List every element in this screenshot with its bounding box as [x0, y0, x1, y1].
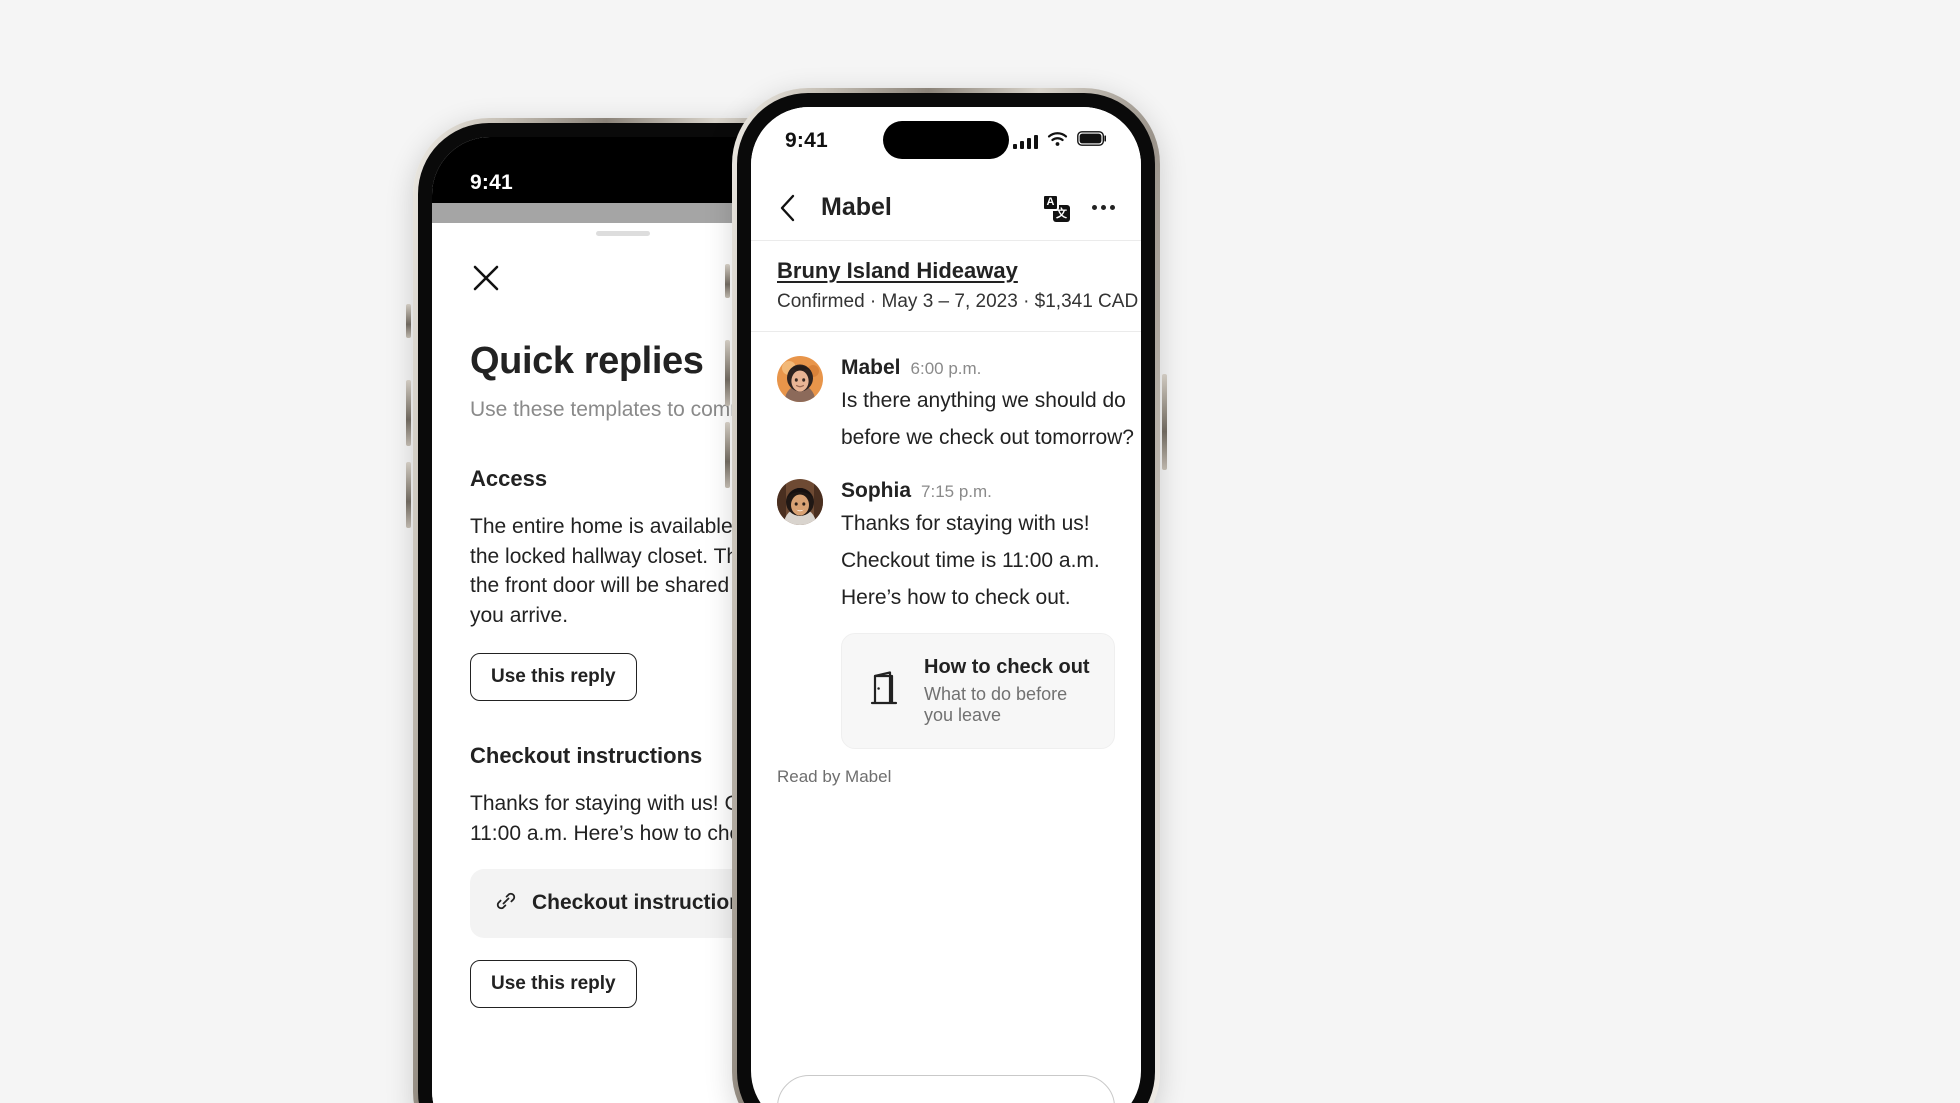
message-item: Mabel 6:00 p.m. Is there anything we sho… — [777, 356, 1134, 453]
volume-down-button[interactable] — [406, 462, 411, 528]
message-line: Here’s how to check out. — [841, 585, 1071, 609]
translate-latin-glyph: A — [1042, 193, 1059, 211]
message-line: Thanks for staying with us! — [841, 512, 1090, 536]
message-input[interactable] — [777, 1075, 1115, 1103]
how-to-check-out-card[interactable]: How to check out What to do before you l… — [841, 633, 1115, 750]
message-line: Is there anything we should do — [841, 389, 1126, 412]
volume-up-button[interactable] — [725, 340, 730, 406]
status-time: 9:41 — [785, 129, 828, 152]
page-subtitle: Use these templates to communicate with … — [470, 398, 814, 421]
message-line: Checkout time is 11:00 a.m. — [841, 548, 1100, 572]
section-heading-access: Access — [470, 465, 548, 491]
dynamic-island — [883, 121, 1009, 159]
card-text: How to check out What to do before you l… — [924, 656, 1090, 726]
page-title: Quick replies — [470, 340, 704, 382]
body-line: you arrive. — [470, 604, 569, 628]
nav-actions: 文 A — [1042, 193, 1115, 222]
status-time: 9:41 — [470, 171, 513, 194]
body-line: Thanks for staying with us! Checkout tim… — [470, 791, 814, 815]
chip-label: Checkout instructions — [532, 891, 754, 915]
message-header: Sophia 7:15 p.m. — [841, 479, 1115, 503]
body-line: the locked hallway closet. The access co… — [470, 544, 814, 568]
close-icon[interactable] — [470, 262, 502, 294]
message-body: Mabel 6:00 p.m. Is there anything we sho… — [841, 356, 1134, 453]
read-receipt: Read by Mabel — [777, 767, 892, 787]
mabel-avatar[interactable] — [777, 356, 823, 402]
section-heading-checkout: Checkout instructions — [470, 742, 703, 768]
translate-icon[interactable]: 文 A — [1042, 193, 1070, 222]
sender-name: Mabel — [841, 356, 901, 379]
body-line: The entire home is available to you, exc… — [470, 514, 814, 538]
card-title: How to check out — [924, 656, 1090, 679]
right-phone-device: 9:41 Mabel 文 A Bruny Island Hideaway Con… — [725, 88, 1167, 1103]
reservation-text: Bruny Island Hideaway Confirmed · May 3 … — [777, 258, 1138, 313]
right-phone-screen: 9:41 Mabel 文 A Bruny Island Hideaway Con… — [751, 107, 1141, 1103]
mute-switch[interactable] — [406, 304, 411, 338]
message-thread: Mabel 6:00 p.m. Is there anything we sho… — [751, 332, 1141, 787]
use-this-reply-button-access[interactable]: Use this reply — [470, 652, 637, 701]
message-header: Mabel 6:00 p.m. — [841, 356, 1115, 380]
volume-up-button[interactable] — [406, 380, 411, 446]
card-subtitle: What to do before you leave — [924, 684, 1068, 726]
power-button[interactable] — [1162, 374, 1167, 470]
notch — [549, 137, 697, 143]
section-body-checkout: Thanks for staying with us! Checkout tim… — [470, 789, 814, 849]
message-item: Sophia 7:15 p.m. Thanks for staying with… — [777, 479, 1115, 750]
conversation-nav-bar: Mabel 文 A — [751, 175, 1141, 241]
link-icon — [494, 889, 518, 918]
page-title: Mabel — [821, 193, 892, 221]
more-options-icon[interactable] — [1092, 205, 1115, 210]
body-line: 11:00 a.m. Here’s how to check out. — [470, 821, 804, 845]
chevron-left-icon[interactable] — [777, 193, 799, 223]
cellular-signal-icon — [1013, 134, 1038, 149]
section-body-access: The entire home is available to you, exc… — [470, 512, 814, 631]
mute-switch[interactable] — [725, 264, 730, 298]
sophia-avatar[interactable] — [777, 479, 823, 526]
status-icons — [1013, 131, 1107, 152]
message-line: before we check out tomorrow? — [841, 425, 1134, 449]
message-time: 6:00 p.m. — [910, 359, 982, 378]
use-this-reply-button-checkout[interactable]: Use this reply — [470, 959, 637, 1008]
reservation-summary: Bruny Island Hideaway Confirmed · May 3 … — [751, 241, 1141, 332]
right-phone-bezel: 9:41 Mabel 文 A Bruny Island Hideaway Con… — [737, 93, 1155, 1103]
message-body: Sophia 7:15 p.m. Thanks for staying with… — [841, 479, 1115, 750]
right-status-bar: 9:41 — [751, 107, 1141, 175]
listing-name-link[interactable]: Bruny Island Hideaway — [777, 258, 1138, 284]
wifi-icon — [1047, 131, 1068, 152]
message-time: 7:15 p.m. — [921, 482, 992, 502]
door-icon — [866, 669, 902, 714]
body-line: the front door will be shared the day be… — [470, 574, 814, 598]
battery-icon — [1077, 131, 1107, 151]
reservation-meta: Confirmed · May 3 – 7, 2023 · $1,341 CAD — [777, 291, 1139, 312]
sender-name: Sophia — [841, 479, 912, 503]
volume-down-button[interactable] — [725, 422, 730, 488]
